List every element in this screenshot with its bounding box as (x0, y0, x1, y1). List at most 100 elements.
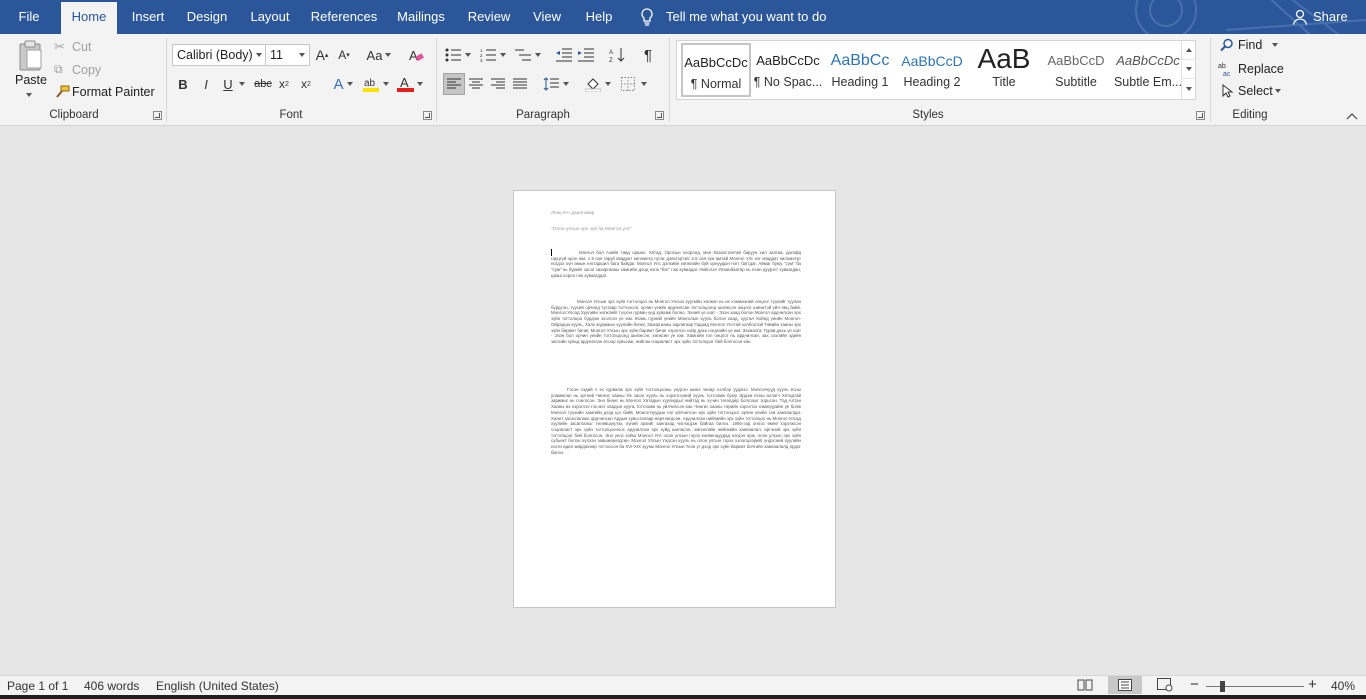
clipboard-launcher-icon[interactable] (153, 111, 162, 120)
svg-text:3: 3 (480, 58, 483, 62)
tell-me-search[interactable]: Tell me what you want to do (640, 0, 826, 34)
style-name: Subtitle (1055, 75, 1097, 89)
document-heading: Лекц 9-н даалгавар (551, 211, 595, 216)
tab-mailings[interactable]: Mailings (392, 0, 450, 34)
svg-text:A: A (609, 50, 613, 56)
web-layout-icon[interactable] (1157, 678, 1173, 695)
styles-gallery-scroll[interactable] (1181, 41, 1195, 99)
sort-icon[interactable]: AZ (607, 44, 627, 66)
superscript-icon[interactable]: x2 (298, 74, 314, 94)
subscript-icon[interactable]: x2 (276, 74, 292, 94)
zoom-slider-thumb[interactable] (1220, 681, 1225, 692)
tab-home[interactable]: Home (61, 2, 117, 34)
tab-file[interactable]: File (8, 0, 50, 34)
grow-font-icon[interactable]: A ▴ (314, 44, 330, 66)
select-button[interactable]: Select (1220, 84, 1281, 98)
clear-formatting-icon[interactable]: A (406, 44, 426, 66)
styles-launcher-icon[interactable] (1196, 111, 1205, 120)
style-subtle-emphasis[interactable]: AaBbCcDc Subtle Em... (1113, 43, 1183, 97)
font-group-label: Font (279, 109, 303, 121)
collapse-ribbon-icon[interactable] (1344, 110, 1360, 122)
underline-dropdown-icon[interactable] (237, 74, 247, 94)
style-preview: AaBbCcDc (756, 53, 820, 68)
borders-icon[interactable] (618, 74, 650, 94)
strikethrough-icon[interactable]: abc (253, 74, 273, 94)
italic-icon[interactable]: I (198, 74, 214, 94)
align-right-icon[interactable] (488, 74, 508, 94)
highlight-icon[interactable]: ab (361, 74, 391, 94)
search-icon (1220, 38, 1233, 52)
bold-icon[interactable]: B (175, 74, 191, 94)
print-layout-icon[interactable] (1108, 676, 1142, 694)
ribbon-home: Paste ✂ Cut ⧉ Copy Format Painter Clipbo… (0, 34, 1366, 126)
paste-dropdown-icon[interactable] (25, 91, 33, 99)
text-effects-icon[interactable]: A (328, 74, 358, 94)
font-size-value: 11 (270, 48, 283, 62)
read-mode-icon[interactable] (1077, 678, 1093, 695)
show-formatting-icon[interactable]: ¶ (638, 44, 658, 66)
change-case-icon[interactable]: Aa (364, 44, 394, 66)
tab-view[interactable]: View (528, 0, 566, 34)
taskbar-edge (0, 695, 1366, 699)
share-button[interactable]: Share (1292, 0, 1348, 34)
gallery-up-icon[interactable] (1182, 41, 1195, 60)
line-spacing-icon[interactable] (541, 74, 571, 94)
style-no-spacing[interactable]: AaBbCcDc ¶ No Spac... (753, 43, 823, 97)
style-subtitle[interactable]: AaBbCcD Subtitle (1041, 43, 1111, 97)
paragraph-launcher-icon[interactable] (655, 111, 664, 120)
zoom-out-icon[interactable]: − (1190, 676, 1199, 693)
paste-label: Paste (15, 73, 47, 87)
page-count[interactable]: Page 1 of 1 (7, 679, 68, 693)
font-color-icon[interactable]: A (395, 74, 425, 94)
bullets-icon[interactable] (444, 44, 472, 66)
shrink-font-icon[interactable]: A ▾ (336, 44, 352, 66)
find-button[interactable]: Find (1220, 38, 1279, 52)
divider (166, 38, 167, 122)
font-size-combo[interactable]: 11 (265, 44, 310, 66)
paste-button[interactable]: Paste (15, 73, 47, 87)
align-left-icon[interactable] (443, 73, 465, 95)
align-center-icon[interactable] (466, 74, 486, 94)
style-normal[interactable]: AaBbCcDc ¶ Normal (681, 43, 751, 97)
multilevel-list-icon[interactable] (513, 44, 543, 66)
decrease-indent-icon[interactable] (554, 44, 574, 66)
tab-references[interactable]: References (309, 0, 379, 34)
copy-button[interactable]: ⧉ Copy (54, 62, 101, 77)
word-count[interactable]: 406 words (84, 679, 139, 693)
underline-icon[interactable]: U (220, 74, 236, 94)
gallery-down-icon[interactable] (1182, 60, 1195, 79)
document-canvas[interactable]: Лекц 9-н даалгавар "Олон улсын эрх зүй б… (0, 127, 1366, 675)
style-heading-2[interactable]: AaBbCcD Heading 2 (897, 43, 967, 97)
style-preview: AaBbCcDc (1116, 53, 1180, 68)
copy-icon: ⧉ (54, 62, 63, 76)
tab-review[interactable]: Review (464, 0, 514, 34)
divider (1210, 38, 1211, 122)
format-painter-label: Format Painter (72, 85, 155, 99)
style-title[interactable]: AaB Title (969, 43, 1039, 97)
justify-icon[interactable] (510, 74, 530, 94)
increase-indent-icon[interactable] (576, 44, 596, 66)
font-name-value: Calibri (Body) (177, 48, 253, 62)
replace-button[interactable]: ab ac Replace (1218, 61, 1284, 77)
document-page[interactable]: Лекц 9-н даалгавар "Олон улсын эрх зүй б… (513, 190, 836, 608)
zoom-level[interactable]: 40% (1331, 679, 1355, 693)
paste-icon[interactable] (16, 39, 44, 73)
numbering-icon[interactable]: 123 (478, 44, 508, 66)
font-launcher-icon[interactable] (423, 111, 432, 120)
cut-label: Cut (72, 40, 92, 54)
svg-text:A: A (409, 48, 418, 63)
zoom-in-icon[interactable]: + (1308, 676, 1317, 693)
cut-button[interactable]: ✂ Cut (54, 39, 91, 55)
tab-insert[interactable]: Insert (126, 0, 170, 34)
format-painter-button[interactable]: Format Painter (54, 85, 155, 99)
tab-design[interactable]: Design (182, 0, 232, 34)
font-name-combo[interactable]: Calibri (Body) (172, 44, 267, 66)
document-paragraph: Гэсэн хэдий ч эх сурвалж эрх зүйн тогтол… (551, 387, 801, 455)
tab-layout[interactable]: Layout (245, 0, 295, 34)
style-heading-1[interactable]: AaBbCc Heading 1 (825, 43, 895, 97)
replace-label: Replace (1238, 62, 1284, 76)
language-indicator[interactable]: English (United States) (156, 679, 279, 693)
gallery-more-icon[interactable] (1182, 79, 1195, 98)
tab-help[interactable]: Help (580, 0, 618, 34)
shading-icon[interactable] (583, 74, 613, 94)
